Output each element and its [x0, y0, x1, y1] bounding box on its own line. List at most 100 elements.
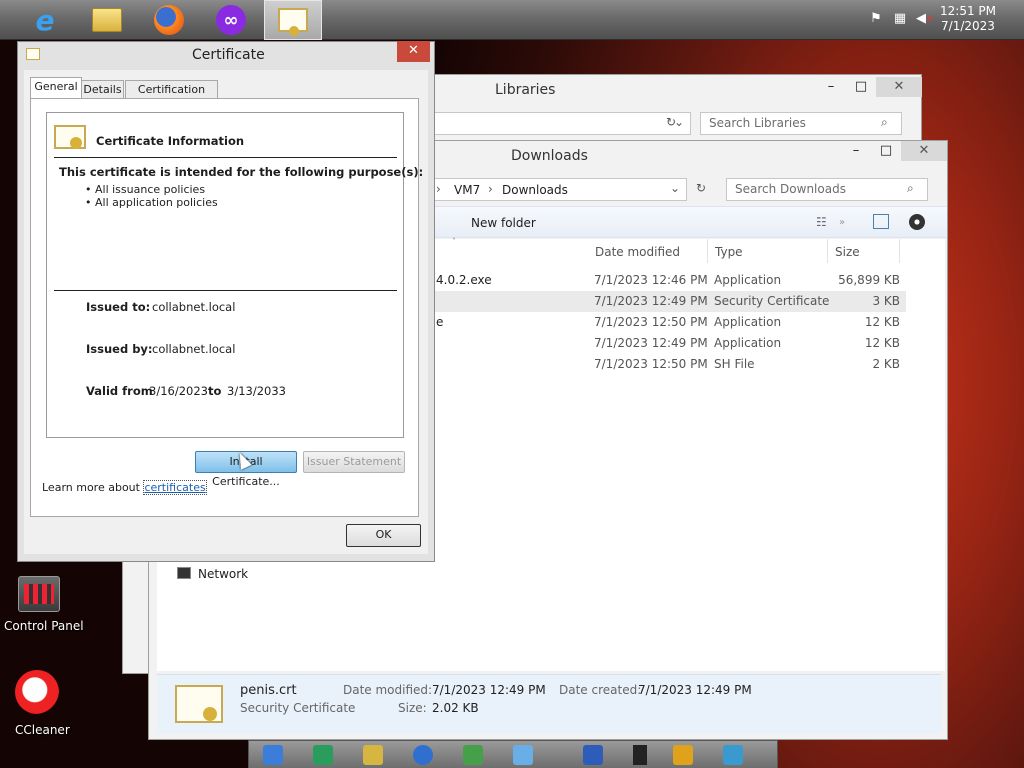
file-date: 7/1/2023 12:46 PM: [594, 273, 708, 287]
dock-app-icon[interactable]: [723, 745, 743, 765]
certificate-dialog-title: Certificate: [192, 47, 265, 63]
firefox-icon: [154, 5, 184, 35]
column-header-date[interactable]: Date modified: [595, 245, 680, 259]
downloads-title: Downloads: [511, 148, 588, 164]
sort-arrow-icon: ˄: [452, 237, 456, 246]
volume-muted-icon[interactable]: ◀✕: [916, 11, 934, 27]
libraries-window-controls: – □ ✕: [816, 77, 922, 97]
dock-app-icon[interactable]: [413, 745, 433, 765]
certificate-file-icon: [175, 685, 223, 723]
details-pane: penis.crt Security Certificate Date modi…: [157, 674, 941, 734]
learn-more-text: Learn more about certificates: [42, 480, 207, 495]
taskbar-certificate-button[interactable]: [264, 0, 322, 40]
minimize-icon[interactable]: –: [841, 141, 871, 161]
file-type: Application: [714, 315, 782, 329]
chevron-down-icon[interactable]: ⌄: [670, 181, 680, 195]
details-filename: penis.crt: [240, 683, 297, 698]
dock-app-icon[interactable]: [363, 745, 383, 765]
ccleaner-label[interactable]: CCleaner: [15, 723, 70, 737]
column-header-size[interactable]: Size: [835, 245, 860, 259]
search-icon[interactable]: ⌕: [907, 181, 914, 196]
column-header-type[interactable]: Type: [715, 245, 743, 259]
internet-explorer-icon: e: [35, 3, 55, 37]
taskbar-purple-app-button[interactable]: ∞: [202, 0, 260, 40]
details-size: 2.02 KB: [432, 701, 479, 715]
help-icon[interactable]: [909, 214, 925, 230]
minimize-icon[interactable]: –: [816, 77, 846, 97]
file-size: 56,899 KB: [838, 273, 900, 287]
details-date-created-label: Date created:: [559, 683, 642, 697]
view-options-icon[interactable]: ☷: [816, 215, 827, 229]
maximize-icon[interactable]: □: [871, 141, 901, 161]
downloads-window-controls: – □ ✕: [841, 141, 947, 161]
certificate-close-button[interactable]: ✕: [397, 41, 430, 62]
maximize-icon[interactable]: □: [846, 77, 876, 97]
libraries-search-input[interactable]: Search Libraries: [700, 112, 902, 135]
ok-button[interactable]: OK: [346, 524, 421, 547]
tab-general[interactable]: General: [30, 77, 82, 100]
nav-network[interactable]: Network: [198, 567, 248, 581]
close-icon[interactable]: ✕: [876, 77, 922, 97]
issued-by-label: Issued by:: [86, 342, 153, 356]
dock-app-icon[interactable]: [263, 745, 283, 765]
file-type: SH File: [714, 357, 755, 371]
file-type: Security Certificate: [714, 294, 830, 308]
dock-app-icon[interactable]: [313, 745, 333, 765]
certificate-info-icon: [54, 125, 86, 149]
certificate-info-heading: Certificate Information: [96, 134, 245, 148]
dock-app-icon[interactable]: [583, 745, 603, 765]
taskbar-internet-explorer-button[interactable]: e: [16, 0, 74, 40]
control-panel-label[interactable]: Control Panel: [4, 619, 84, 633]
view-chevron-icon[interactable]: »: [839, 217, 845, 228]
refresh-icon[interactable]: ↻: [696, 181, 706, 195]
control-panel-icon[interactable]: [18, 576, 60, 612]
breadcrumb-arrow-icon: ›: [436, 182, 441, 196]
purpose-item: • All issuance policies: [85, 183, 206, 196]
issued-to-label: Issued to:: [86, 300, 151, 314]
file-name: e: [436, 315, 444, 329]
details-size-label: Size:: [398, 701, 427, 715]
dock-app-icon[interactable]: [633, 745, 647, 765]
file-date: 7/1/2023 12:49 PM: [594, 294, 708, 308]
file-size: 12 KB: [864, 336, 900, 350]
divider: [54, 157, 397, 158]
file-date: 7/1/2023 12:50 PM: [594, 315, 708, 329]
issuer-statement-button[interactable]: Issuer Statement: [303, 451, 405, 473]
learn-more-prefix: Learn more about: [42, 481, 140, 494]
ccleaner-icon[interactable]: [15, 670, 59, 714]
dock-app-icon[interactable]: [673, 745, 693, 765]
libraries-title: Libraries: [495, 82, 556, 98]
file-size: 3 KB: [872, 294, 900, 308]
libraries-address-bar[interactable]: ⌄: [433, 112, 691, 135]
breadcrumb-item-vm7[interactable]: VM7: [454, 183, 480, 197]
taskbar-file-explorer-button[interactable]: [78, 0, 136, 40]
dock-app-icon[interactable]: [463, 745, 483, 765]
search-icon[interactable]: ⌕: [881, 115, 888, 130]
purpose-heading: This certificate is intended for the fol…: [59, 165, 424, 179]
valid-from-value: 3/16/2023: [149, 384, 208, 398]
action-center-flag-icon[interactable]: ⚑: [868, 11, 884, 27]
downloads-search-input[interactable]: Search Downloads: [726, 178, 928, 201]
close-icon[interactable]: ✕: [901, 141, 947, 161]
details-date-created: 7/1/2023 12:49 PM: [638, 683, 752, 697]
divider: [54, 290, 397, 291]
refresh-icon[interactable]: ↻: [666, 115, 676, 129]
taskbar-firefox-button[interactable]: [140, 0, 198, 40]
preview-pane-icon[interactable]: [873, 214, 889, 229]
clock[interactable]: 12:51 PM 7/1/2023: [938, 4, 998, 34]
breadcrumb-item-downloads[interactable]: Downloads: [502, 183, 568, 197]
downloads-address-bar[interactable]: › VM7 › Downloads ⌄: [431, 178, 687, 201]
network-icon: [177, 567, 191, 579]
file-type: Application: [714, 336, 782, 350]
file-type: Application: [714, 273, 782, 287]
details-date-modified-label: Date modified:: [343, 683, 433, 697]
new-folder-button[interactable]: New folder: [471, 216, 536, 230]
network-icon[interactable]: ▦: [892, 11, 908, 27]
taskbar: e ∞ ⚑ ▦ ◀✕ 12:51 PM 7/1/2023: [0, 0, 1024, 40]
valid-from-label: Valid from: [86, 384, 153, 398]
dock-bar: [248, 740, 778, 768]
certificates-link[interactable]: certificates: [143, 480, 207, 495]
tab-details[interactable]: Details: [81, 80, 124, 99]
dock-app-icon[interactable]: [513, 745, 533, 765]
tab-certification-path[interactable]: Certification Path: [125, 80, 218, 113]
